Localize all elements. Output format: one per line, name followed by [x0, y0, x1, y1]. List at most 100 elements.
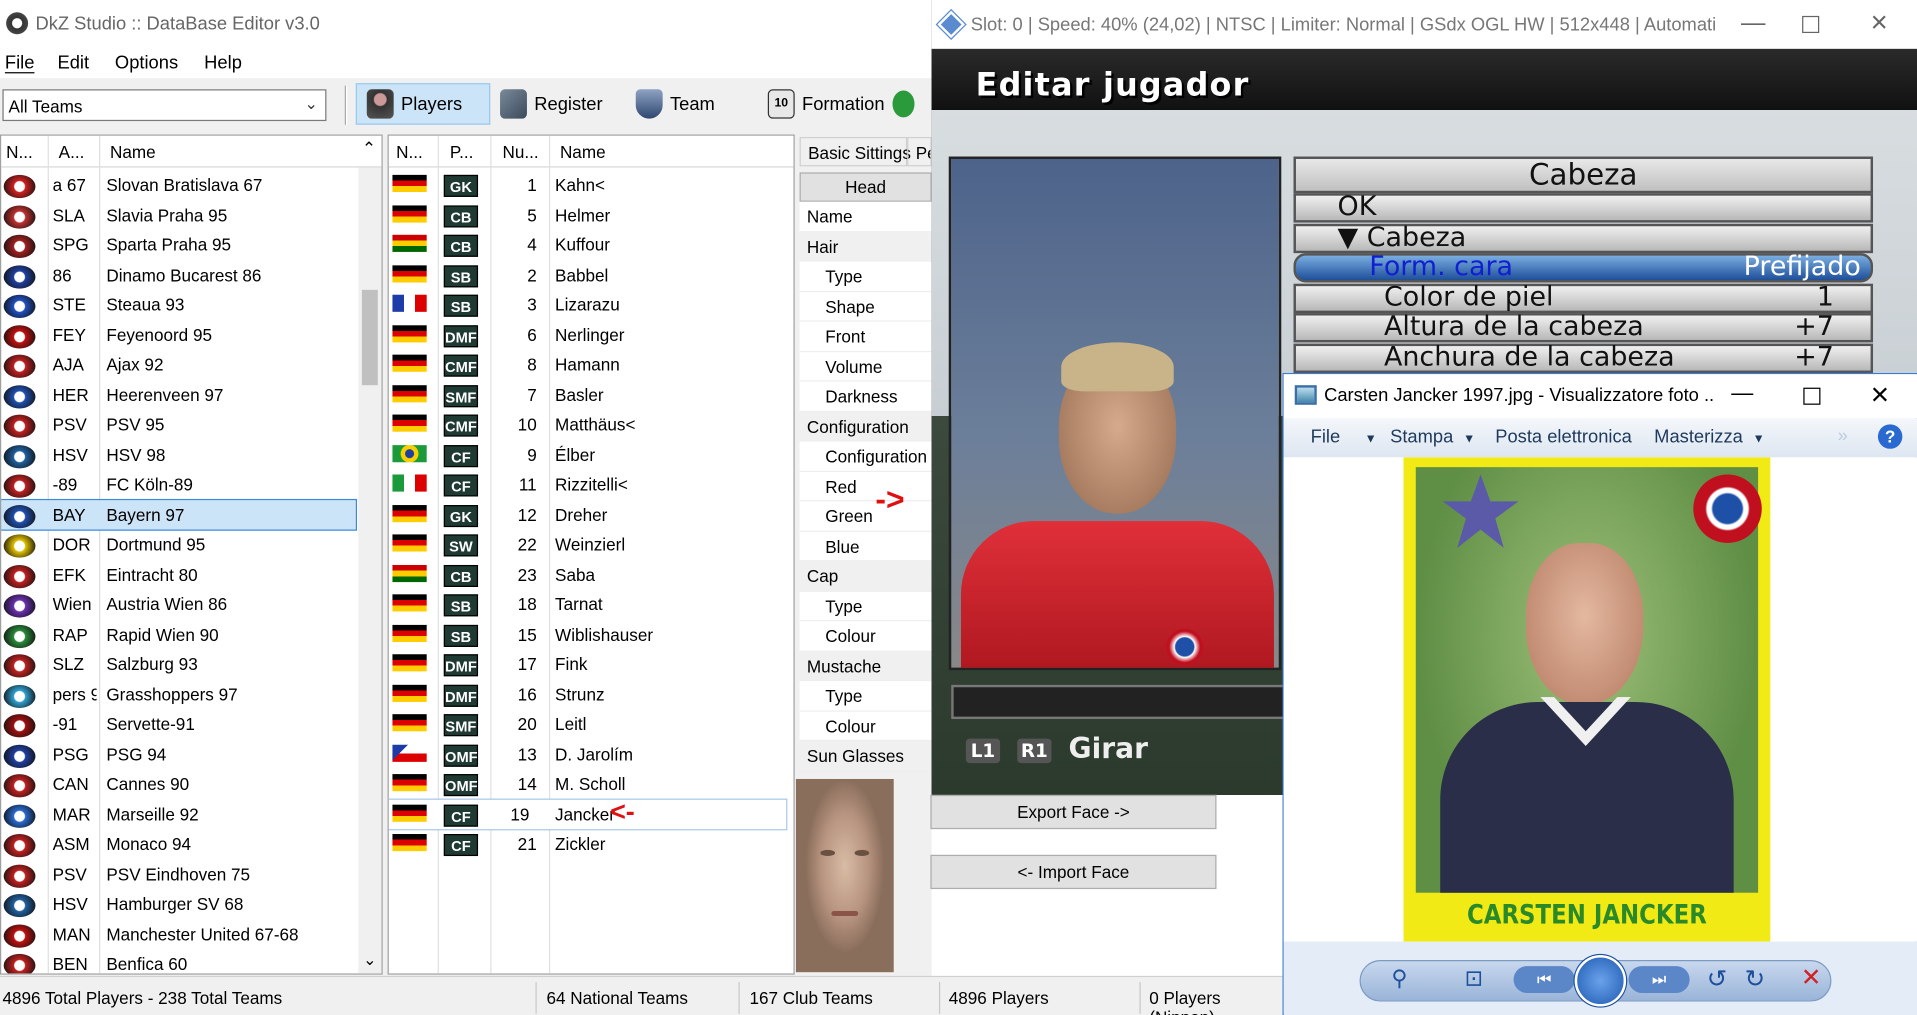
team-row[interactable]: SLA Slavia Praha 95: [1, 200, 356, 230]
attribute-item[interactable]: Blue: [799, 531, 932, 562]
team-row[interactable]: RAP Rapid Wien 90: [1, 619, 356, 649]
team-row[interactable]: SLZ Salzburg 93: [1, 649, 356, 679]
viewer-close-icon[interactable]: ×: [1871, 375, 1890, 413]
help-icon[interactable]: ?: [1877, 424, 1903, 449]
col-header-name[interactable]: Name: [110, 142, 156, 162]
col-header-player-name[interactable]: Name: [560, 142, 606, 162]
player-row[interactable]: CB 23 Saba: [389, 559, 794, 589]
team-row[interactable]: pers 9 Grasshoppers 97: [1, 679, 356, 709]
rotate-left-icon[interactable]: ↺: [1707, 964, 1727, 995]
team-row[interactable]: DOR Dortmund 95: [1, 530, 356, 560]
player-row[interactable]: SB 2 Babbel: [389, 260, 794, 290]
previous-icon[interactable]: ⏮: [1513, 966, 1575, 993]
attribute-item[interactable]: Shape: [799, 291, 932, 322]
attribute-category[interactable]: Cap: [799, 561, 932, 592]
attribute-category[interactable]: Hair: [799, 231, 932, 262]
attribute-category[interactable]: Configuration: [799, 411, 932, 442]
team-row[interactable]: ASM Monaco 94: [1, 829, 356, 859]
zoom-icon[interactable]: ⚲: [1391, 966, 1407, 992]
tab-register[interactable]: Register: [490, 83, 624, 125]
head-button[interactable]: Head: [799, 172, 932, 202]
team-row[interactable]: Wien Austria Wien 86: [1, 589, 356, 619]
team-filter-select[interactable]: All Teams ⌄: [2, 89, 327, 122]
team-row[interactable]: SPG Sparta Praha 95: [1, 230, 356, 260]
player-row[interactable]: GK 12 Dreher: [389, 500, 794, 530]
player-row[interactable]: CF 9 Élber: [389, 440, 794, 470]
col-header-nat[interactable]: N...: [396, 142, 423, 162]
team-row[interactable]: HER Heerenveen 97: [1, 380, 356, 410]
tab-players[interactable]: Players: [355, 83, 491, 125]
attribute-category[interactable]: Mustache: [799, 651, 932, 682]
player-row[interactable]: SB 3 Lizarazu: [389, 290, 794, 320]
tab-team[interactable]: Team: [626, 83, 748, 125]
col-header-n[interactable]: N...: [6, 142, 33, 162]
viewer-minimize-icon[interactable]: —: [1731, 380, 1753, 406]
attribute-item[interactable]: Type: [799, 591, 932, 622]
viewer-menu-email[interactable]: Posta elettronica: [1495, 427, 1632, 448]
game-menu-item[interactable]: Altura de la cabeza +7: [1293, 312, 1874, 343]
rotate-right-icon[interactable]: ↻: [1745, 964, 1765, 995]
maximize-icon[interactable]: [1802, 15, 1820, 34]
teams-scrollbar[interactable]: ⌄: [358, 167, 382, 974]
player-row[interactable]: SB 15 Wiblishauser: [389, 619, 794, 649]
next-icon[interactable]: ⏭: [1628, 966, 1690, 993]
attribute-item[interactable]: Red: [799, 471, 932, 502]
attribute-item[interactable]: Darkness: [799, 381, 932, 412]
player-row[interactable]: CMF 10 Matthäus<: [389, 410, 794, 440]
team-row[interactable]: EFK Eintracht 80: [1, 559, 356, 589]
attribute-item[interactable]: Type: [799, 261, 932, 292]
attribute-item[interactable]: Colour: [799, 711, 932, 742]
attr-tab-basic[interactable]: Basic Sittings: [799, 136, 911, 167]
team-row[interactable]: PSG PSG 94: [1, 739, 356, 769]
team-row[interactable]: 86 Dinamo Bucarest 86: [1, 260, 356, 290]
sort-up-icon[interactable]: ⌃: [362, 138, 376, 159]
player-row[interactable]: DMF 6 Nerlinger: [389, 320, 794, 350]
player-row[interactable]: CF 19 Jancker: [388, 797, 788, 831]
game-menu-item[interactable]: ▼ Cabeza: [1293, 222, 1874, 253]
attr-tab-more[interactable]: Pe: [907, 136, 932, 167]
attribute-item[interactable]: Green: [799, 501, 932, 532]
col-header-num[interactable]: Nu...: [502, 142, 538, 162]
team-row[interactable]: a 67 Slovan Bratislava 67: [1, 170, 356, 200]
player-row[interactable]: CB 4 Kuffour: [389, 230, 794, 260]
player-row[interactable]: CF 21 Zickler: [389, 829, 794, 859]
player-row[interactable]: SMF 20 Leitl: [389, 709, 794, 739]
team-row[interactable]: MAN Manchester United 67-68: [1, 919, 356, 949]
team-row[interactable]: FEY Feyenoord 95: [1, 320, 356, 350]
attribute-item[interactable]: Name: [799, 201, 932, 232]
player-row[interactable]: CMF 8 Hamann: [389, 350, 794, 380]
attribute-item[interactable]: Colour: [799, 621, 932, 652]
team-row[interactable]: CAN Cannes 90: [1, 769, 356, 799]
team-row[interactable]: PSV PSV Eindhoven 75: [1, 859, 356, 889]
game-menu-item[interactable]: Form. cara Prefijado: [1293, 252, 1874, 283]
team-row[interactable]: HSV Hamburger SV 68: [1, 889, 356, 919]
attribute-item[interactable]: Configuration: [799, 441, 932, 472]
attribute-item[interactable]: Volume: [799, 351, 932, 382]
menu-edit[interactable]: Edit: [57, 53, 89, 74]
team-row[interactable]: PSV PSV 95: [1, 410, 356, 440]
fit-window-icon[interactable]: ⊡: [1465, 966, 1483, 992]
game-menu-item[interactable]: OK: [1293, 192, 1874, 223]
menu-options[interactable]: Options: [115, 53, 178, 74]
player-row[interactable]: SB 18 Tarnat: [389, 589, 794, 619]
export-face-button[interactable]: Export Face ->: [930, 794, 1217, 830]
col-header-pos[interactable]: P...: [450, 142, 473, 162]
team-row[interactable]: HSV HSV 98: [1, 440, 356, 470]
player-row[interactable]: SMF 7 Basler: [389, 380, 794, 410]
overflow-icon[interactable]: »: [1838, 426, 1848, 447]
attribute-category[interactable]: Sun Glasses: [799, 741, 932, 772]
viewer-menu-print[interactable]: Stampa ▼: [1390, 427, 1475, 448]
team-row[interactable]: MAR Marseille 92: [1, 799, 356, 829]
menu-file[interactable]: File: [5, 53, 35, 74]
player-row[interactable]: CF 11 Rizzitelli<: [389, 470, 794, 500]
team-row[interactable]: -89 FC Köln-89: [1, 470, 356, 500]
slideshow-icon[interactable]: [1574, 955, 1627, 1007]
close-icon[interactable]: ×: [1871, 6, 1888, 40]
player-row[interactable]: SW 22 Weinzierl: [389, 530, 794, 560]
teams-scrollbar-thumb[interactable]: [361, 289, 378, 386]
player-row[interactable]: GK 1 Kahn<: [389, 170, 794, 200]
team-row[interactable]: AJA Ajax 92: [1, 350, 356, 380]
team-row[interactable]: BEN Benfica 60: [1, 949, 356, 974]
col-header-abbr[interactable]: A...: [59, 142, 85, 162]
attribute-item[interactable]: Type: [799, 681, 932, 712]
